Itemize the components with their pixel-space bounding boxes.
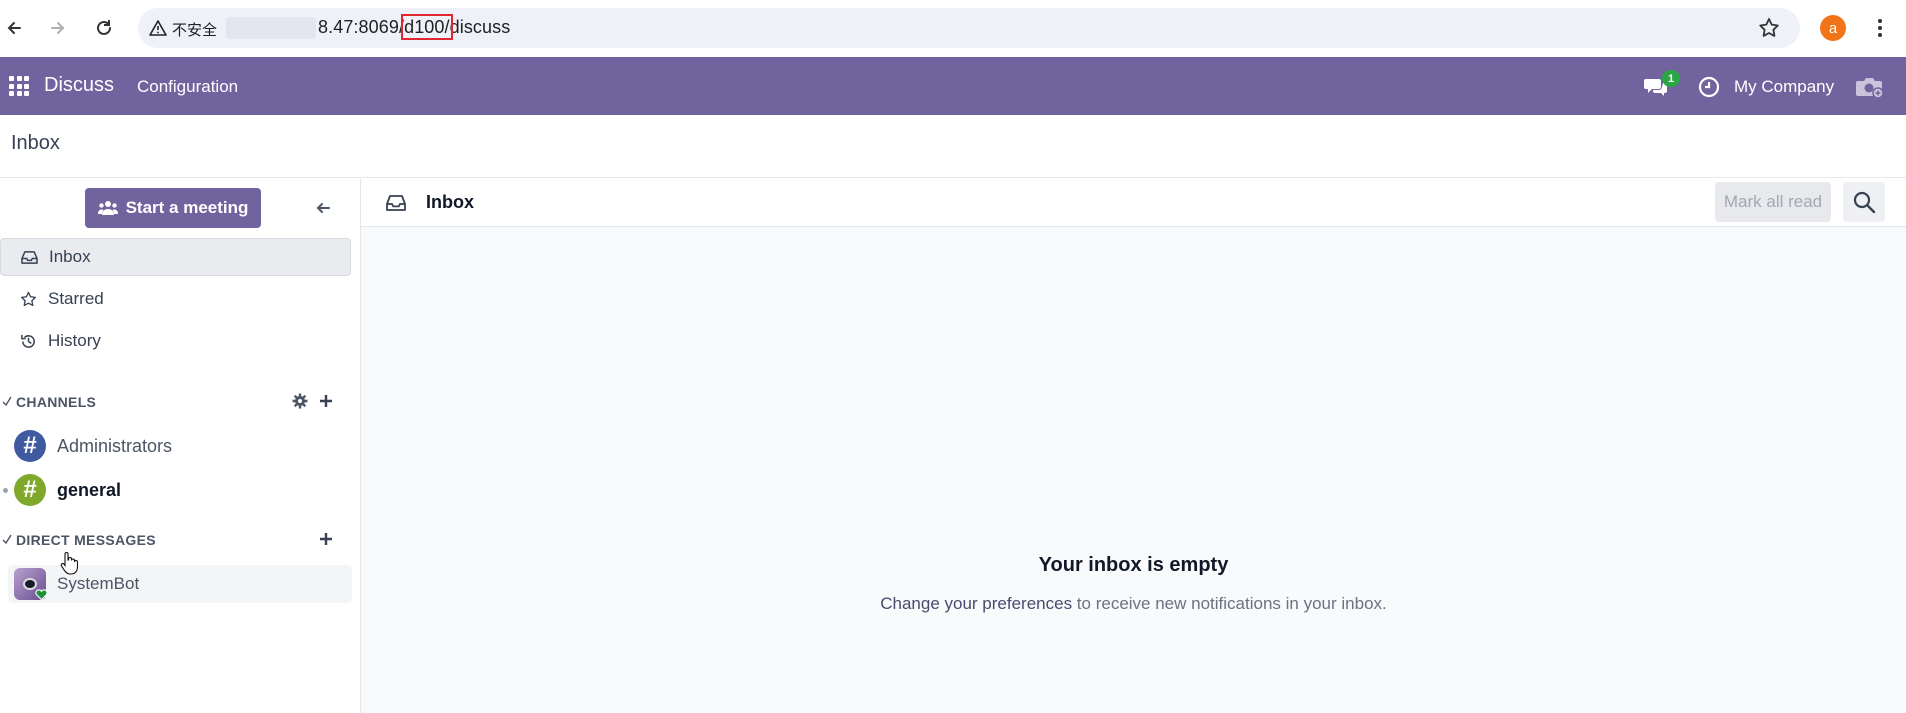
redacted-host <box>226 17 316 39</box>
channels-category[interactable]: CHANNELS <box>0 390 350 414</box>
search-button[interactable] <box>1843 182 1885 222</box>
chevron-down-icon[interactable] <box>2 533 12 545</box>
users-icon <box>97 201 118 215</box>
star-outline-icon <box>19 290 37 308</box>
url-suffix: discuss <box>449 17 511 37</box>
activity-clock-icon[interactable] <box>1698 76 1720 98</box>
insecure-label[interactable]: 不安全 <box>172 19 217 40</box>
discuss-sidebar: Start a meeting Inbox Starred History CH… <box>0 179 361 713</box>
direct-messages-category[interactable]: DIRECT MESSAGES <box>0 528 350 552</box>
online-heart-icon <box>35 589 48 601</box>
control-panel: Inbox <box>0 115 1906 178</box>
forward-button[interactable] <box>44 14 72 42</box>
start-meeting-button[interactable]: Start a meeting <box>85 188 261 228</box>
breadcrumb: Inbox <box>11 132 60 154</box>
add-direct-message-icon[interactable] <box>318 531 334 547</box>
start-meeting-label: Start a meeting <box>125 198 249 217</box>
sidebar-item-history[interactable]: History <box>0 322 351 360</box>
bookmark-star-icon[interactable] <box>1757 16 1781 40</box>
browser-toolbar: 不安全 8.47:8069/d100/discuss a <box>0 0 1906 57</box>
sidebar-item-label: History <box>48 331 101 350</box>
chevron-down-icon[interactable] <box>2 395 12 407</box>
more-vertical-icon[interactable] <box>1868 16 1892 40</box>
thread-title: Inbox <box>426 192 474 212</box>
mark-all-read-button[interactable]: Mark all read <box>1715 182 1831 222</box>
reload-icon <box>97 20 111 35</box>
channel-name: general <box>57 480 122 500</box>
menu-configuration[interactable]: Configuration <box>137 77 238 97</box>
sidebar-item-label: Starred <box>48 289 104 308</box>
app-title[interactable]: Discuss <box>44 74 114 97</box>
search-icon <box>1853 191 1876 214</box>
channel-item-general[interactable]: # general <box>0 470 350 510</box>
channel-name: Administrators <box>57 436 173 456</box>
sidebar-item-starred[interactable]: Starred <box>0 280 351 318</box>
user-avatar-camera-icon[interactable] <box>1855 75 1885 99</box>
add-channel-icon[interactable] <box>318 393 334 409</box>
profile-avatar[interactable]: a <box>1820 15 1846 41</box>
arrow-right-icon <box>51 22 65 34</box>
empty-state-title: Your inbox is empty <box>1038 554 1229 576</box>
channel-item-administrators[interactable]: # Administrators <box>0 426 350 466</box>
gear-icon[interactable] <box>292 393 308 409</box>
main-thread-area: Inbox Mark all read Your inbox is empty … <box>361 179 1906 713</box>
warning-icon[interactable] <box>148 18 168 38</box>
empty-state-message: Change your preferences to receive new n… <box>361 594 1906 614</box>
arrow-left-icon <box>7 22 21 34</box>
apps-grid-icon[interactable] <box>9 76 29 96</box>
collapse-sidebar-icon[interactable] <box>313 198 333 218</box>
url-prefix: 8.47:8069/ <box>318 17 405 37</box>
inbox-icon <box>386 195 406 211</box>
dm-name: SystemBot <box>57 574 140 593</box>
sidebar-item-label: Inbox <box>49 247 91 266</box>
messaging-badge: 1 <box>1662 70 1680 87</box>
hand-cursor-icon <box>60 552 78 575</box>
back-button[interactable] <box>0 14 28 42</box>
reload-button[interactable] <box>90 14 118 42</box>
url-highlight: d100/ <box>401 14 453 40</box>
channels-title: CHANNELS <box>16 394 97 410</box>
channel-hash-icon: # <box>14 430 46 462</box>
inbox-icon <box>20 248 38 266</box>
history-icon <box>19 332 37 350</box>
thread-header: Inbox Mark all read <box>361 179 1906 227</box>
change-preferences-link[interactable]: Change your preferences <box>880 594 1072 613</box>
company-switcher[interactable]: My Company <box>1734 77 1834 97</box>
address-bar[interactable]: 不安全 8.47:8069/d100/discuss <box>138 8 1800 48</box>
unread-indicator <box>3 488 8 493</box>
empty-state-rest: to receive new notifications in your inb… <box>1072 594 1387 613</box>
url-text[interactable]: 8.47:8069/d100/discuss <box>318 14 511 40</box>
channel-hash-icon: # <box>14 474 46 506</box>
sidebar-item-inbox[interactable]: Inbox <box>0 238 351 276</box>
top-navbar: Discuss Configuration 1 My Company <box>0 57 1906 115</box>
direct-messages-title: DIRECT MESSAGES <box>16 532 156 548</box>
